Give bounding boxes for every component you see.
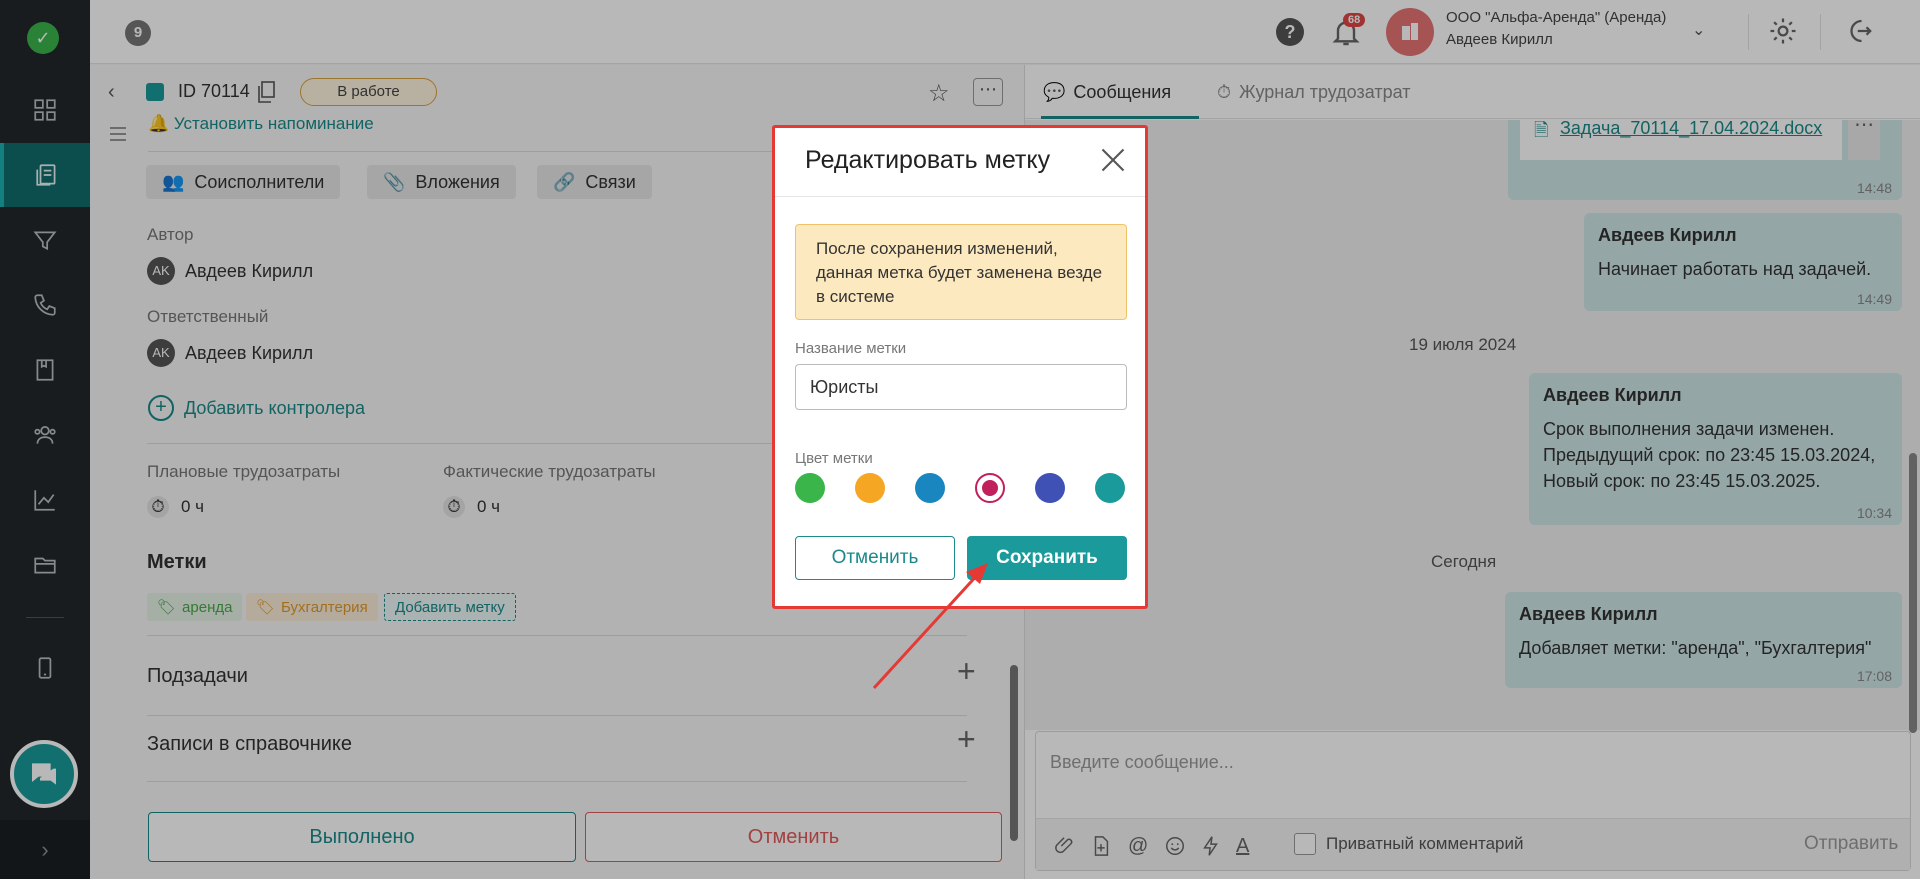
close-icon[interactable]: [1099, 146, 1127, 174]
color-swatch-blue[interactable]: [915, 473, 945, 503]
warning-notice: После сохранения изменений, данная метка…: [795, 224, 1127, 320]
color-swatch-teal[interactable]: [1095, 473, 1125, 503]
edit-tag-dialog: Редактировать метку После сохранения изм…: [772, 125, 1148, 609]
cancel-button[interactable]: Отменить: [795, 536, 955, 580]
color-swatch-green[interactable]: [795, 473, 825, 503]
color-swatch-indigo[interactable]: [1035, 473, 1065, 503]
color-swatch-orange[interactable]: [855, 473, 885, 503]
save-button[interactable]: Сохранить: [967, 536, 1127, 580]
dialog-title: Редактировать метку: [805, 146, 1051, 174]
divider: [775, 196, 1145, 197]
tag-name-input[interactable]: [795, 364, 1127, 410]
tag-name-label: Название метки: [795, 340, 907, 357]
tag-color-label: Цвет метки: [795, 450, 873, 467]
color-swatch-crimson-selected[interactable]: [975, 473, 1005, 503]
